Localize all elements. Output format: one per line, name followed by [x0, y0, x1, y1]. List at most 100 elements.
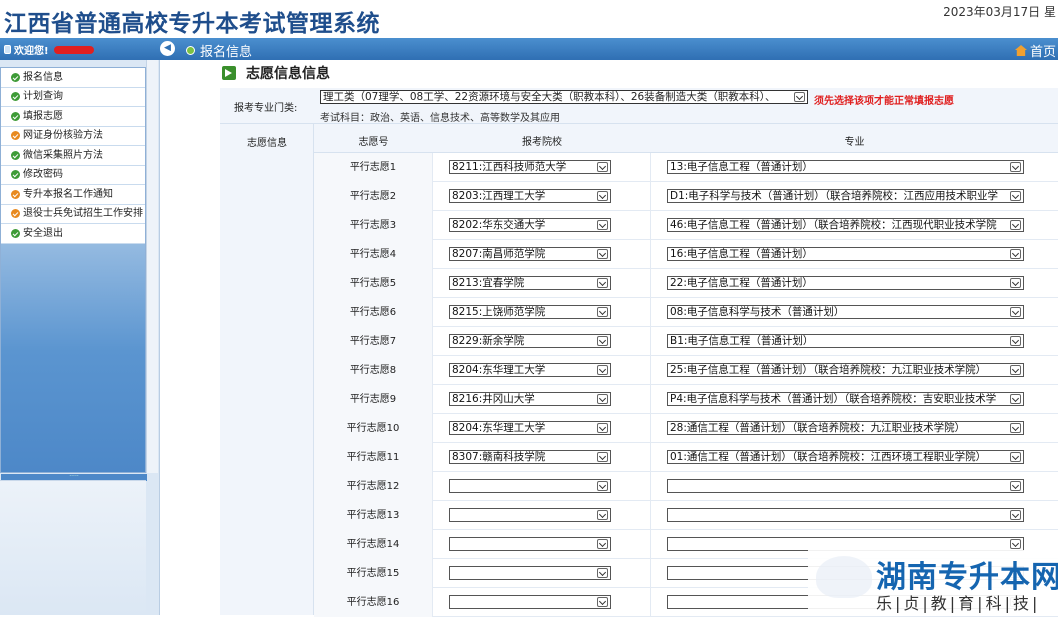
school-cell: 8204:东华理工大学 [433, 356, 651, 385]
school-select[interactable] [449, 508, 611, 522]
sidebar-item[interactable]: 修改密码 [1, 166, 145, 186]
major-select[interactable]: 25:电子信息工程（普通计划）（联合培养院校：九江职业技术学院） [667, 363, 1024, 377]
school-select[interactable]: 8215:上饶师范学院 [449, 305, 611, 319]
category-select-value: 理工类（07理学、08工学、22资源环境与安全大类（职教本科）、26装备制造大类… [323, 91, 775, 103]
collapse-sidebar-icon[interactable]: ◀ [160, 41, 175, 56]
major-select[interactable]: 22:电子信息工程（普通计划） [667, 276, 1024, 290]
sidebar-item-label: 微信采集照片方法 [23, 146, 103, 165]
redacted-username [54, 46, 94, 54]
header: 江西省普通高校专升本考试管理系统 2023年03月17日 星 [0, 0, 1058, 38]
sidebar-item[interactable]: 微信采集照片方法 [1, 146, 145, 166]
table-row: 平行志愿38202:华东交通大学46:电子信息工程（普通计划）（联合培养院校：江… [314, 211, 1058, 240]
welcome-text: 欢迎您! [14, 42, 49, 57]
school-cell: 8213:宜春学院 [433, 269, 651, 298]
major-select-value: 01:通信工程（普通计划）（联合培养院校：江西环境工程职业学院） [670, 451, 986, 463]
major-cell: D1:电子科学与技术（普通计划）（联合培养院校：江西应用技术职业学 [651, 182, 1058, 211]
major-select[interactable]: B1:电子信息工程（普通计划） [667, 334, 1024, 348]
check-circle-icon [11, 112, 20, 121]
chevron-down-icon [597, 452, 608, 462]
major-select[interactable] [667, 508, 1024, 522]
school-select[interactable] [449, 537, 611, 551]
school-select[interactable]: 8307:赣南科技学院 [449, 450, 611, 464]
sidebar-item[interactable]: 计划查询 [1, 88, 145, 108]
major-select[interactable] [667, 479, 1024, 493]
table-row: 平行志愿7 8229:新余学院 B1:电子信息工程（普通计划） [314, 327, 1058, 356]
school-select[interactable] [449, 479, 611, 493]
sidebar-lower-panel [0, 480, 146, 615]
volunteer-number: 平行志愿11 [314, 443, 433, 472]
school-select[interactable]: 8202:华东交通大学 [449, 218, 611, 232]
major-select[interactable]: 46:电子信息工程（普通计划）（联合培养院校：江西现代职业技术学院 [667, 218, 1024, 232]
volunteer-number: 平行志愿15 [314, 559, 433, 588]
major-select[interactable]: 13:电子信息工程（普通计划） [667, 160, 1024, 174]
table-row: 平行志愿11 8307:赣南科技学院 01:通信工程（普通计划）（联合培养院校：江西… [314, 443, 1058, 472]
school-select[interactable]: 8207:南昌师范学院 [449, 247, 611, 261]
sidebar-item-label: 退役士兵免试招生工作安排 [23, 204, 143, 223]
home-icon [1015, 45, 1027, 56]
major-select[interactable]: 16:电子信息工程（普通计划） [667, 247, 1024, 261]
sidebar-scrollbar[interactable] [146, 60, 158, 473]
school-select[interactable]: 8213:宜春学院 [449, 276, 611, 290]
date-display: 2023年03月17日 星 [943, 3, 1056, 20]
sidebar-item[interactable]: 网证身份核验方法 [1, 127, 145, 147]
volunteer-number: 平行志愿10 [314, 414, 433, 443]
home-label: 首页 [1030, 41, 1056, 60]
chevron-down-icon [597, 568, 608, 578]
chevron-down-icon [597, 278, 608, 288]
volunteer-number: 平行志愿9 [314, 385, 433, 414]
sidebar-item[interactable]: 报名信息 [1, 68, 145, 88]
table-row: 平行志愿13 [314, 501, 1058, 530]
chevron-down-icon [597, 510, 608, 520]
chevron-down-icon [597, 249, 608, 259]
chevron-down-icon [1010, 249, 1021, 259]
major-select[interactable]: 08:电子信息科学与技术（普通计划） [667, 305, 1024, 319]
school-select[interactable]: 8204:东华理工大学 [449, 363, 611, 377]
sidebar-item[interactable]: 退役士兵免试招生工作安排 [1, 205, 145, 225]
school-cell: 8229:新余学院 [433, 327, 651, 356]
sidebar: 报名信息计划查询填报志愿网证身份核验方法微信采集照片方法修改密码专升本报名工作通… [0, 60, 160, 615]
category-select[interactable]: 理工类（07理学、08工学、22资源环境与安全大类（职教本科）、26装备制造大类… [320, 90, 808, 104]
user-icon [4, 45, 11, 54]
school-select-value: 8203:江西理工大学 [452, 190, 545, 202]
volunteer-number: 平行志愿16 [314, 588, 433, 617]
school-select[interactable] [449, 595, 611, 609]
sidebar-item-label: 修改密码 [23, 165, 63, 184]
exam-subjects: 考试科目：政治、英语、信息技术、高等数学及其应用 [320, 109, 560, 124]
school-select[interactable]: 8216:井冈山大学 [449, 392, 611, 406]
school-cell [433, 530, 651, 559]
category-row: 报考专业门类: 理工类（07理学、08工学、22资源环境与安全大类（职教本科）、… [220, 88, 1058, 124]
major-select[interactable]: 28:通信工程（普通计划）（联合培养院校：九江职业技术学院） [667, 421, 1024, 435]
check-circle-icon [11, 131, 20, 140]
sidebar-item[interactable]: 安全退出 [1, 224, 145, 244]
school-select-value: 8204:东华理工大学 [452, 422, 545, 434]
sidebar-item[interactable]: 专升本报名工作通知 [1, 185, 145, 205]
major-select[interactable]: 01:通信工程（普通计划）（联合培养院校：江西环境工程职业学院） [667, 450, 1024, 464]
check-circle-icon [11, 209, 20, 218]
table-row: 平行志愿12 [314, 472, 1058, 501]
school-select-value: 8202:华东交通大学 [452, 219, 545, 231]
volunteer-number: 平行志愿7 [314, 327, 433, 356]
volunteer-number: 平行志愿14 [314, 530, 433, 559]
major-select[interactable] [667, 537, 1024, 551]
major-select[interactable]: P4:电子信息科学与技术（普通计划）（联合培养院校：吉安职业技术学 [667, 392, 1024, 406]
chevron-down-icon [597, 307, 608, 317]
major-select-value: 16:电子信息工程（普通计划） [670, 248, 813, 260]
volunteer-number: 平行志愿1 [314, 153, 433, 182]
school-cell: 8215:上饶师范学院 [433, 298, 651, 327]
school-select-value: 8229:新余学院 [452, 335, 524, 347]
school-select[interactable]: 8229:新余学院 [449, 334, 611, 348]
home-link[interactable]: 首页 [1015, 41, 1056, 60]
school-select[interactable]: 8211:江西科技师范大学 [449, 160, 611, 174]
category-label: 报考专业门类: [234, 99, 297, 114]
location-icon [186, 46, 195, 55]
school-select[interactable]: 8204:东华理工大学 [449, 421, 611, 435]
chevron-down-icon [1010, 307, 1021, 317]
chevron-down-icon [597, 481, 608, 491]
school-select[interactable] [449, 566, 611, 580]
sidebar-item[interactable]: 填报志愿 [1, 107, 145, 127]
chevron-down-icon [1010, 162, 1021, 172]
major-select[interactable]: D1:电子科学与技术（普通计划）（联合培养院校：江西应用技术职业学 [667, 189, 1024, 203]
chevron-down-icon [597, 423, 608, 433]
table-row: 平行志愿10 8204:东华理工大学 28:通信工程（普通计划）（联合培养院校：九江… [314, 414, 1058, 443]
school-select[interactable]: 8203:江西理工大学 [449, 189, 611, 203]
